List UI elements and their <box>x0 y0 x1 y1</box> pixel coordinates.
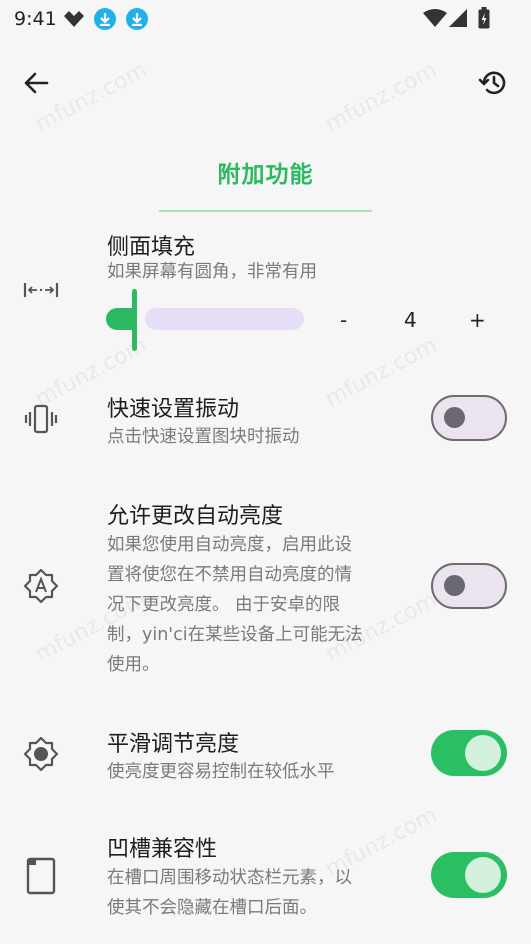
setting-notch-compat[interactable]: 凹槽兼容性 在槽口周围移动状态栏元素，以 使其不会隐藏在槽口后面。 <box>0 825 531 940</box>
setting-smooth-brightness[interactable]: 平滑调节亮度 使亮度更容易控制在较低水平 <box>0 720 531 800</box>
setting-subtitle-line: 在槽口周围移动状态栏元素，以 <box>107 868 352 888</box>
horizontal-padding-icon <box>20 269 62 311</box>
wifi-icon <box>423 9 447 31</box>
setting-title: 凹槽兼容性 <box>107 837 218 862</box>
setting-allow-auto-brightness[interactable]: 允许更改自动亮度 如果您使用自动亮度，启用此设 置将使您在不禁用自动亮度的情 况… <box>0 495 531 685</box>
side-padding-slider[interactable] <box>104 289 314 351</box>
back-button[interactable] <box>16 63 56 103</box>
section-title-underline <box>159 210 372 212</box>
toolbar <box>0 55 531 111</box>
brightness-icon <box>20 733 62 775</box>
restore-button[interactable] <box>473 63 513 103</box>
switch-knob <box>465 857 501 893</box>
restore-icon <box>478 71 506 95</box>
status-time: 9:41 <box>14 8 57 30</box>
switch-knob <box>444 407 465 428</box>
slider-active-track <box>106 308 134 330</box>
setting-subtitle-line: 如果您使用自动亮度，启用此设 <box>107 535 352 555</box>
download-icon <box>126 8 148 30</box>
signal-icon <box>449 9 467 31</box>
setting-subtitle-line: 使其不会隐藏在槽口后面。 <box>107 898 317 918</box>
setting-subtitle: 点击快速设置图块时振动 <box>107 427 300 447</box>
section-title: 附加功能 <box>217 162 314 188</box>
notch-phone-icon <box>20 855 62 897</box>
setting-subtitle: 如果屏幕有圆角，非常有用 <box>107 262 317 282</box>
allow-auto-brightness-switch[interactable] <box>431 563 507 609</box>
quick-settings-vibrate-switch[interactable] <box>431 395 507 441</box>
smooth-brightness-switch[interactable] <box>431 730 507 776</box>
side-padding-value: 4 <box>404 308 417 332</box>
switch-knob <box>465 735 501 771</box>
increase-button[interactable]: + <box>469 308 486 332</box>
setting-subtitle-line: 况下更改亮度。 由于安卓的限 <box>107 595 341 615</box>
arrow-left-icon <box>24 72 49 94</box>
setting-subtitle-line: 置将使您在不禁用自动亮度的情 <box>107 565 352 585</box>
notch-compat-switch[interactable] <box>431 852 507 898</box>
setting-title: 快速设置振动 <box>107 397 240 422</box>
status-bar: 9:41 <box>0 0 531 38</box>
setting-quick-settings-vibrate[interactable]: 快速设置振动 点击快速设置图块时振动 <box>0 385 531 465</box>
slider-thumb[interactable] <box>132 289 137 351</box>
setting-subtitle: 使亮度更容易控制在较低水平 <box>107 762 335 782</box>
switch-knob <box>444 575 465 596</box>
setting-subtitle-line: 制，yin'ci在某些设备上可能无法 <box>107 625 363 645</box>
slider-inactive-track <box>145 308 304 330</box>
battery-icon <box>478 7 490 33</box>
screen: mfunz.com mfunz.com mfunz.com mfunz.com … <box>0 0 531 944</box>
download-icon <box>94 8 116 30</box>
setting-title: 允许更改自动亮度 <box>107 504 284 529</box>
auto-brightness-icon <box>20 565 62 607</box>
vibration-icon <box>20 398 62 440</box>
decrease-button[interactable]: - <box>340 308 347 332</box>
setting-subtitle-line: 使用。 <box>107 655 160 675</box>
setting-title: 平滑调节亮度 <box>107 732 240 757</box>
app-notification-icon <box>62 9 86 33</box>
